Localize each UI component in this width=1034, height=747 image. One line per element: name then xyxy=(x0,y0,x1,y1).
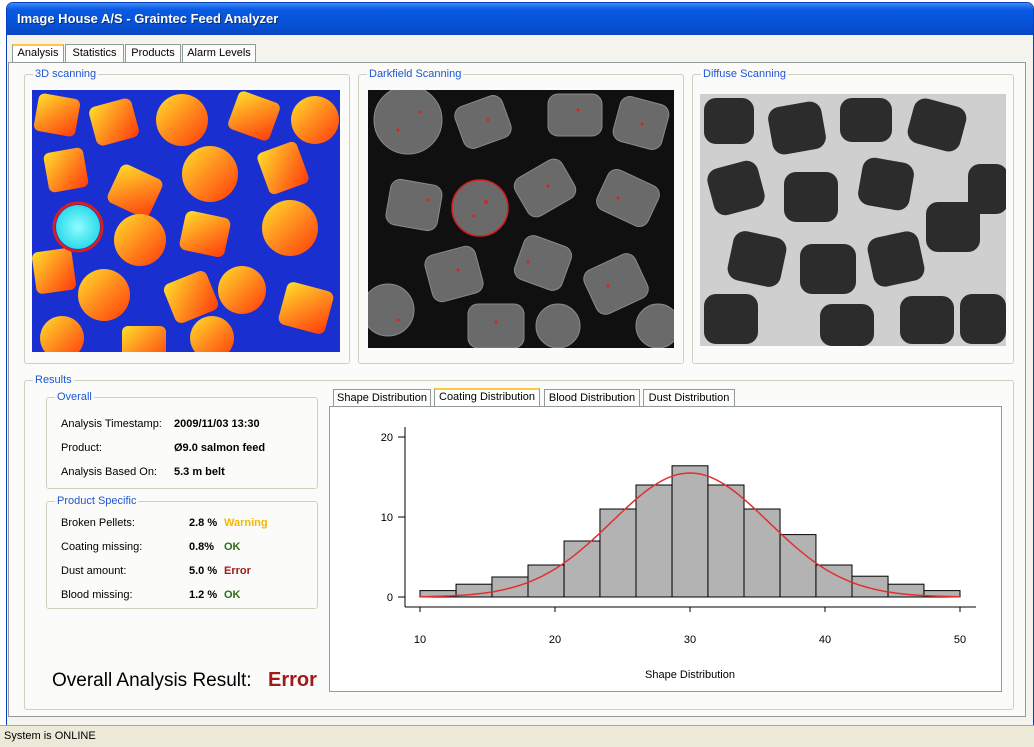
x-tick-label: 30 xyxy=(684,634,696,646)
coating-missing-status: OK xyxy=(224,541,241,553)
tab-statistics[interactable]: Statistics xyxy=(65,44,124,62)
coating-missing-label: Coating missing: xyxy=(61,541,143,553)
scan-3d-image xyxy=(32,90,340,352)
y-tick-label: 0 xyxy=(387,592,393,604)
blood-missing-value: 1.2 % xyxy=(189,589,218,601)
product-specific-title: Product Specific xyxy=(55,495,139,507)
overall-group: Overall Analysis Timestamp: 2009/11/03 1… xyxy=(46,391,318,489)
diffuse-image xyxy=(700,94,1006,346)
histogram-bar xyxy=(779,534,817,598)
histogram-chart: 10 20 30 40 50 0 10 20 Shape Distribution xyxy=(381,427,976,681)
tab-alarm-levels[interactable]: Alarm Levels xyxy=(182,44,256,62)
analysis-basis-value: 5.3 m belt xyxy=(174,466,225,478)
x-tick-label: 20 xyxy=(549,634,561,646)
timestamp-value: 2009/11/03 13:30 xyxy=(174,418,260,430)
histogram-bar xyxy=(491,576,529,598)
broken-pellets-label: Broken Pellets: xyxy=(61,517,135,529)
tab-coating-distribution[interactable]: Coating Distribution xyxy=(434,388,540,407)
blood-missing-status: OK xyxy=(224,589,241,601)
results-title: Results xyxy=(33,374,74,386)
histogram-bar xyxy=(635,484,673,598)
coating-missing-value: 0.8% xyxy=(189,541,215,553)
broken-pellets-status: Warning xyxy=(224,517,268,529)
product-value: Ø9.0 salmon feed xyxy=(174,442,266,454)
histogram-bar xyxy=(671,465,709,598)
dust-amount-status: Error xyxy=(224,565,251,577)
tab-analysis[interactable]: Analysis xyxy=(12,44,64,63)
analysis-basis-label: Analysis Based On: xyxy=(61,466,157,478)
x-axis-label: Shape Distribution xyxy=(645,669,735,681)
x-tick-label: 50 xyxy=(954,634,966,646)
status-text: System is ONLINE xyxy=(4,730,96,742)
window-title: Image House A/S - Graintec Feed Analyzer xyxy=(7,3,1033,35)
product-specific-group: Product Specific Broken Pellets: 2.8 % W… xyxy=(46,495,318,609)
diffuse-title: Diffuse Scanning xyxy=(701,68,788,80)
x-tick-label: 10 xyxy=(414,634,426,646)
dust-amount-value: 5.0 % xyxy=(189,565,218,577)
histogram-bar xyxy=(743,508,781,598)
blood-missing-label: Blood missing: xyxy=(61,589,133,601)
distribution-chart-panel: 10 20 30 40 50 0 10 20 Shape Distribution xyxy=(329,406,1002,692)
y-tick-label: 10 xyxy=(381,512,393,524)
x-tick-label: 40 xyxy=(819,634,831,646)
y-tick-label: 20 xyxy=(381,432,393,444)
tab-dust-distribution[interactable]: Dust Distribution xyxy=(643,389,735,407)
status-bar: System is ONLINE xyxy=(0,725,1034,747)
tab-shape-distribution[interactable]: Shape Distribution xyxy=(333,389,431,407)
broken-pellets-value: 2.8 % xyxy=(189,517,218,529)
darkfield-image xyxy=(368,90,674,348)
product-label: Product: xyxy=(61,442,102,454)
overall-result-label: Overall Analysis Result: xyxy=(52,670,252,691)
dust-amount-label: Dust amount: xyxy=(61,565,127,577)
histogram-bar xyxy=(707,484,745,598)
histogram-bar xyxy=(599,508,637,598)
overall-title: Overall xyxy=(55,391,94,403)
histogram-bar xyxy=(851,575,889,598)
darkfield-title: Darkfield Scanning xyxy=(367,68,464,80)
tab-blood-distribution[interactable]: Blood Distribution xyxy=(544,389,640,407)
tab-products[interactable]: Products xyxy=(125,44,181,62)
overall-result-value: Error xyxy=(268,669,317,691)
scan-3d-title: 3D scanning xyxy=(33,68,99,80)
timestamp-label: Analysis Timestamp: xyxy=(61,418,162,430)
